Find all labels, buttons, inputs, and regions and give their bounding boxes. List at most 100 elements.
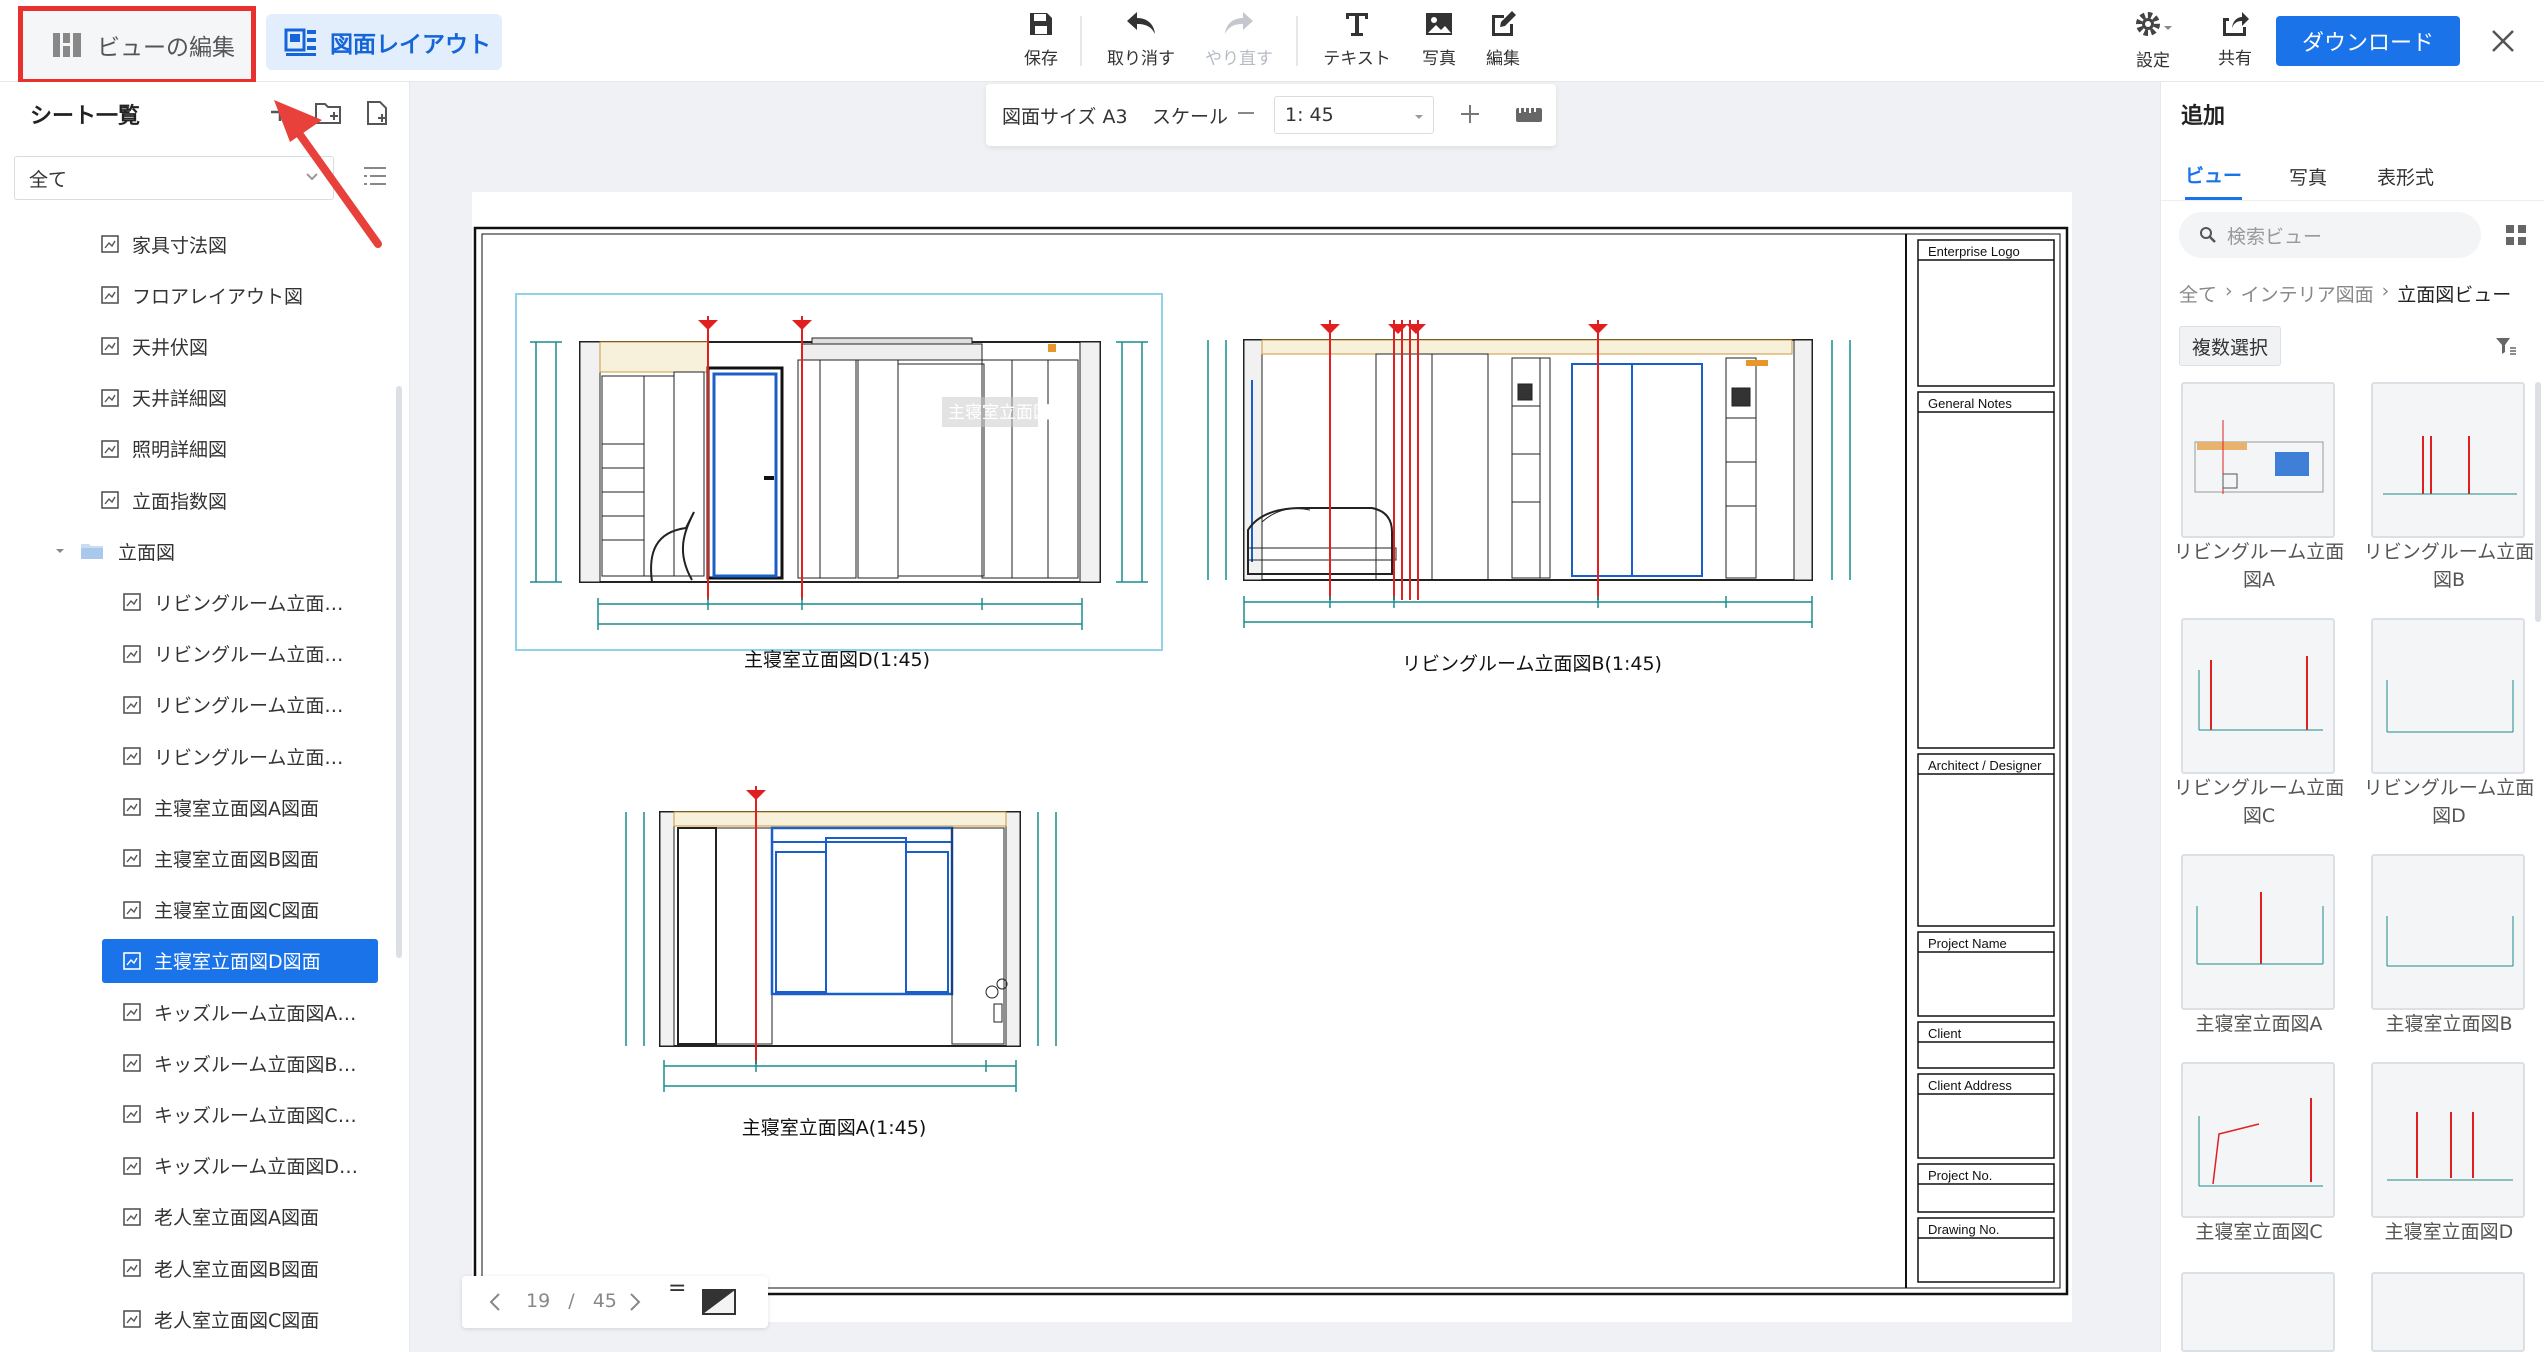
sheet-item-label: 主寝室立面図A図面 xyxy=(154,797,319,820)
scale-increase-button[interactable] xyxy=(1458,102,1482,126)
text-button[interactable]: テキスト xyxy=(1312,10,1402,72)
undo-button[interactable]: 取り消す xyxy=(1096,10,1186,72)
tab-table[interactable]: 表形式 xyxy=(2377,152,2434,200)
scale-decrease-button[interactable] xyxy=(1238,112,1254,114)
layout-icon xyxy=(284,28,316,56)
save-button[interactable]: 保存 xyxy=(996,10,1086,72)
redo-label: やり直す xyxy=(1205,49,1273,69)
scale-value: 1: 45 xyxy=(1285,104,1334,126)
view-living-b-caption: リビングルーム立面図B(1:45) xyxy=(1402,653,1662,675)
sheet-item-label: キッズルーム立面図A… xyxy=(154,1002,357,1025)
breadcrumb-interior[interactable]: インテリア図面 xyxy=(2241,280,2374,307)
thumb-preview xyxy=(2194,420,2324,494)
sheet-list-item[interactable]: リビングルーム立面… xyxy=(122,683,402,727)
tab-view[interactable]: ビュー xyxy=(2185,152,2243,200)
sheet-list-item[interactable]: キッズルーム立面図B… xyxy=(122,1041,402,1085)
elevation-view-a[interactable]: 主寝室立面図A(1:45) xyxy=(625,786,1057,1139)
sheet-list-item[interactable]: 立面指数図 xyxy=(100,478,380,522)
breadcrumb-all[interactable]: 全て xyxy=(2179,280,2217,307)
add-panel-scrollbar[interactable] xyxy=(2535,382,2541,622)
edit-view-tab[interactable]: ビューの編集 xyxy=(18,6,256,84)
sheet-list-item[interactable]: 照明詳細図 xyxy=(100,427,380,471)
sheet-item-label: 老人室立面図A図面 xyxy=(154,1207,319,1230)
sheet-folder[interactable]: 立面図 xyxy=(54,529,334,573)
sheet-list-item[interactable]: 天井詳細図 xyxy=(100,376,380,420)
thumb-preview xyxy=(2383,436,2517,495)
sheet-item-label: リビングルーム立面… xyxy=(154,746,344,769)
annotation-arrow-icon xyxy=(274,100,382,248)
view-thumbnail[interactable] xyxy=(2371,1272,2525,1352)
edit-view-icon xyxy=(53,33,81,57)
sheet-icon xyxy=(123,1054,141,1072)
redo-icon xyxy=(1225,12,1253,34)
sheet-list-item[interactable]: リビングルーム立面… xyxy=(122,580,402,624)
sheet-list-item[interactable]: 老人室立面図A図面 xyxy=(122,1195,402,1239)
sheet-list-item[interactable]: フロアレイアウト図 xyxy=(100,273,380,317)
view-thumbnail[interactable] xyxy=(2371,382,2525,538)
page-list-toggle[interactable]: = xyxy=(668,1276,686,1301)
multi-select-button[interactable]: 複数選択 xyxy=(2179,326,2281,366)
sheet-list-item[interactable]: 主寝室立面図A図面 xyxy=(122,785,402,829)
sheet-icon xyxy=(123,1207,141,1226)
sheet-list-item[interactable]: キッズルーム立面図C… xyxy=(122,1092,402,1136)
redo-button[interactable]: やり直す xyxy=(1194,10,1284,72)
sheet-list-item[interactable]: 天井伏図 xyxy=(100,324,380,368)
next-page-icon[interactable] xyxy=(628,1292,642,1312)
tb-architect: Architect / Designer xyxy=(1928,758,2042,773)
view-thumbnail[interactable] xyxy=(2371,618,2525,774)
sheet-icon xyxy=(123,1156,141,1175)
share-label: 共有 xyxy=(2218,49,2252,69)
thumb-label: リビングルーム立面図C xyxy=(2173,777,2345,827)
drawing-sheet[interactable]: Enterprise Logo General Notes Architect … xyxy=(472,192,2072,1322)
sheet-icon xyxy=(101,337,119,356)
tb-logo: Enterprise Logo xyxy=(1928,244,2020,259)
undo-icon xyxy=(1127,12,1155,34)
sheet-list-item[interactable]: リビングルーム立面… xyxy=(122,632,402,676)
close-button[interactable] xyxy=(2480,18,2526,64)
sheet-list-item[interactable]: 老人室立面図B図面 xyxy=(122,1246,402,1290)
view-thumbnail[interactable] xyxy=(2181,854,2335,1010)
sheet-list-item[interactable]: 老人室立面図C図面 xyxy=(122,1297,402,1341)
sheet-list-scrollbar[interactable] xyxy=(396,386,402,958)
view-thumbnail[interactable] xyxy=(2181,618,2335,774)
ruler-icon[interactable] xyxy=(1514,102,1544,126)
sheet-list-item[interactable]: 主寝室立面図D図面 xyxy=(102,938,378,983)
elevation-view-living-b[interactable]: リビングルーム立面図B(1:45) xyxy=(1207,320,1851,675)
share-button[interactable]: 共有 xyxy=(2190,10,2280,72)
sheet-icon xyxy=(123,951,141,970)
view-search-input[interactable]: 検索ビュー xyxy=(2179,212,2481,258)
view-thumbnail[interactable] xyxy=(2181,1062,2335,1218)
tab-photo[interactable]: 写真 xyxy=(2289,152,2327,200)
sheet-size-label[interactable]: 図面サイズ A3 xyxy=(1002,102,1128,129)
filter-icon[interactable] xyxy=(2495,336,2517,356)
sheet-item-label: 家具寸法図 xyxy=(132,234,228,257)
edit-view-label: ビューの編集 xyxy=(97,35,235,61)
current-page[interactable]: 19 xyxy=(526,1290,550,1312)
download-button[interactable]: ダウンロード xyxy=(2276,16,2460,66)
view-d-caption: 主寝室立面図D(1:45) xyxy=(744,649,930,671)
view-thumbnail[interactable] xyxy=(2371,854,2525,1010)
settings-button[interactable]: 設定 xyxy=(2108,10,2198,72)
sheet-list-item[interactable]: 主寝室立面図B図面 xyxy=(122,836,402,880)
save-label: 保存 xyxy=(1024,49,1058,69)
grid-view-icon[interactable] xyxy=(2505,224,2527,246)
elevation-view-d[interactable]: 主寝室立面図D 主寝室立面図D(1:45) xyxy=(515,293,1163,671)
view-thumbnail[interactable] xyxy=(2371,1062,2525,1218)
prev-page-icon[interactable] xyxy=(488,1292,502,1312)
sheet-list-item[interactable]: 主寝室立面図C図面 xyxy=(122,888,402,932)
drawing-layout-tab[interactable]: 図面レイアウト xyxy=(266,14,502,70)
view-thumbnail[interactable] xyxy=(2181,1272,2335,1352)
scale-input[interactable]: 1: 45 xyxy=(1274,96,1434,134)
sheet-list-item[interactable]: キッズルーム立面図A… xyxy=(122,990,402,1034)
sheet-icon xyxy=(101,491,119,509)
sheet-list-item[interactable]: キッズルーム立面図D… xyxy=(122,1144,402,1188)
sheet-icon xyxy=(123,1003,141,1021)
sheet-icon xyxy=(123,644,141,663)
sheet-list-panel: シート一覧 全て 家具寸法図 フロアレイアウト図 天井伏図 天井詳細図 照明詳細図 立面指… xyxy=(0,82,410,1352)
folder-icon xyxy=(81,544,103,560)
view-thumbnail[interactable] xyxy=(2181,382,2335,538)
edit-button[interactable]: 編集 xyxy=(1458,10,1548,72)
search-icon xyxy=(2200,227,2216,243)
sheet-list-item[interactable]: リビングルーム立面… xyxy=(122,734,402,778)
shading-icon[interactable] xyxy=(702,1288,736,1316)
